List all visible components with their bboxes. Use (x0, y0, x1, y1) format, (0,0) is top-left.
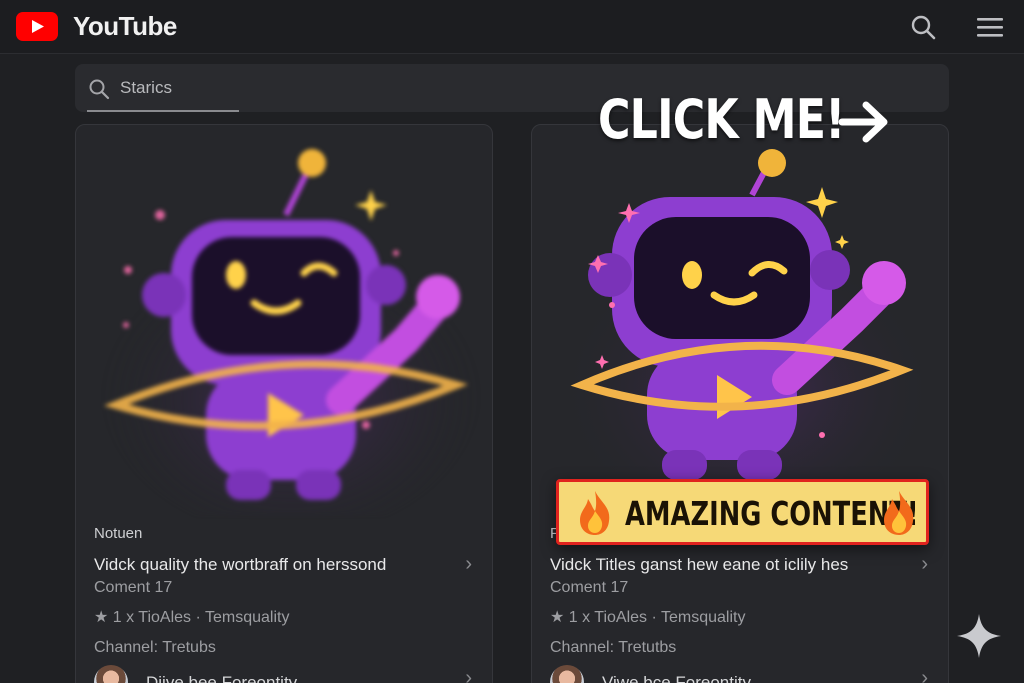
menu-icon[interactable] (975, 14, 1005, 40)
search-icon[interactable] (908, 12, 938, 42)
chevron-right-icon[interactable]: › (465, 667, 472, 683)
video-meta: Notuen Vidck quality the wortbraff on he… (94, 525, 474, 657)
search-icon (89, 79, 110, 100)
click-me-headline: CLICK ME! (598, 88, 845, 151)
video-subtitle: Coment 17 (94, 579, 173, 596)
headline-text: CLICK ME! (598, 88, 845, 151)
video-subtitle: Coment 17 (550, 579, 629, 596)
banner-text: AMAZING CONTENT! (625, 494, 919, 533)
video-stats: ★ 1 x TioAles · Temsquality (94, 609, 290, 626)
author-name[interactable]: Diive bee Foreontity (146, 673, 297, 683)
chevron-right-icon[interactable]: › (921, 667, 928, 683)
channel-name[interactable]: Channel: Tretubs (94, 639, 474, 657)
author-name[interactable]: Viwe bce Foreontity (602, 673, 751, 683)
video-thumbnail[interactable] (76, 125, 492, 535)
youtube-logo-icon[interactable] (16, 12, 58, 41)
author-row[interactable]: Diive bee Foreontity › (94, 665, 474, 683)
avatar[interactable] (94, 665, 128, 683)
video-thumbnail[interactable] (532, 125, 948, 525)
video-stats: ★ 1 x TioAles · Temsquality (550, 609, 746, 626)
fire-icon (884, 491, 914, 535)
sparkle-icon[interactable] (955, 612, 1003, 660)
video-card[interactable]: F Vidck Titles ganst hew eane ot iclily … (531, 124, 949, 683)
video-kicker: Notuen (94, 525, 143, 542)
chevron-right-icon[interactable]: › (465, 553, 472, 576)
video-card[interactable]: Notuen Vidck quality the wortbraff on he… (75, 124, 493, 683)
fire-icon (580, 491, 610, 535)
arrow-right-icon (838, 101, 888, 143)
channel-name[interactable]: Channel: Tretutbs (550, 639, 930, 657)
search-underline (87, 110, 239, 112)
video-title[interactable]: Vidck quality the wortbraff on herssond (94, 555, 474, 575)
search-input[interactable] (120, 74, 520, 102)
top-app-bar: YouTube (0, 0, 1024, 54)
author-row[interactable]: Viwe bce Foreontity › (550, 665, 930, 683)
brand-name[interactable]: YouTube (73, 11, 177, 42)
avatar[interactable] (550, 665, 584, 683)
amazing-content-banner: AMAZING CONTENT! (556, 479, 929, 545)
video-title[interactable]: Vidck Titles ganst hew eane ot iclily he… (550, 555, 930, 575)
chevron-right-icon[interactable]: › (921, 553, 928, 576)
